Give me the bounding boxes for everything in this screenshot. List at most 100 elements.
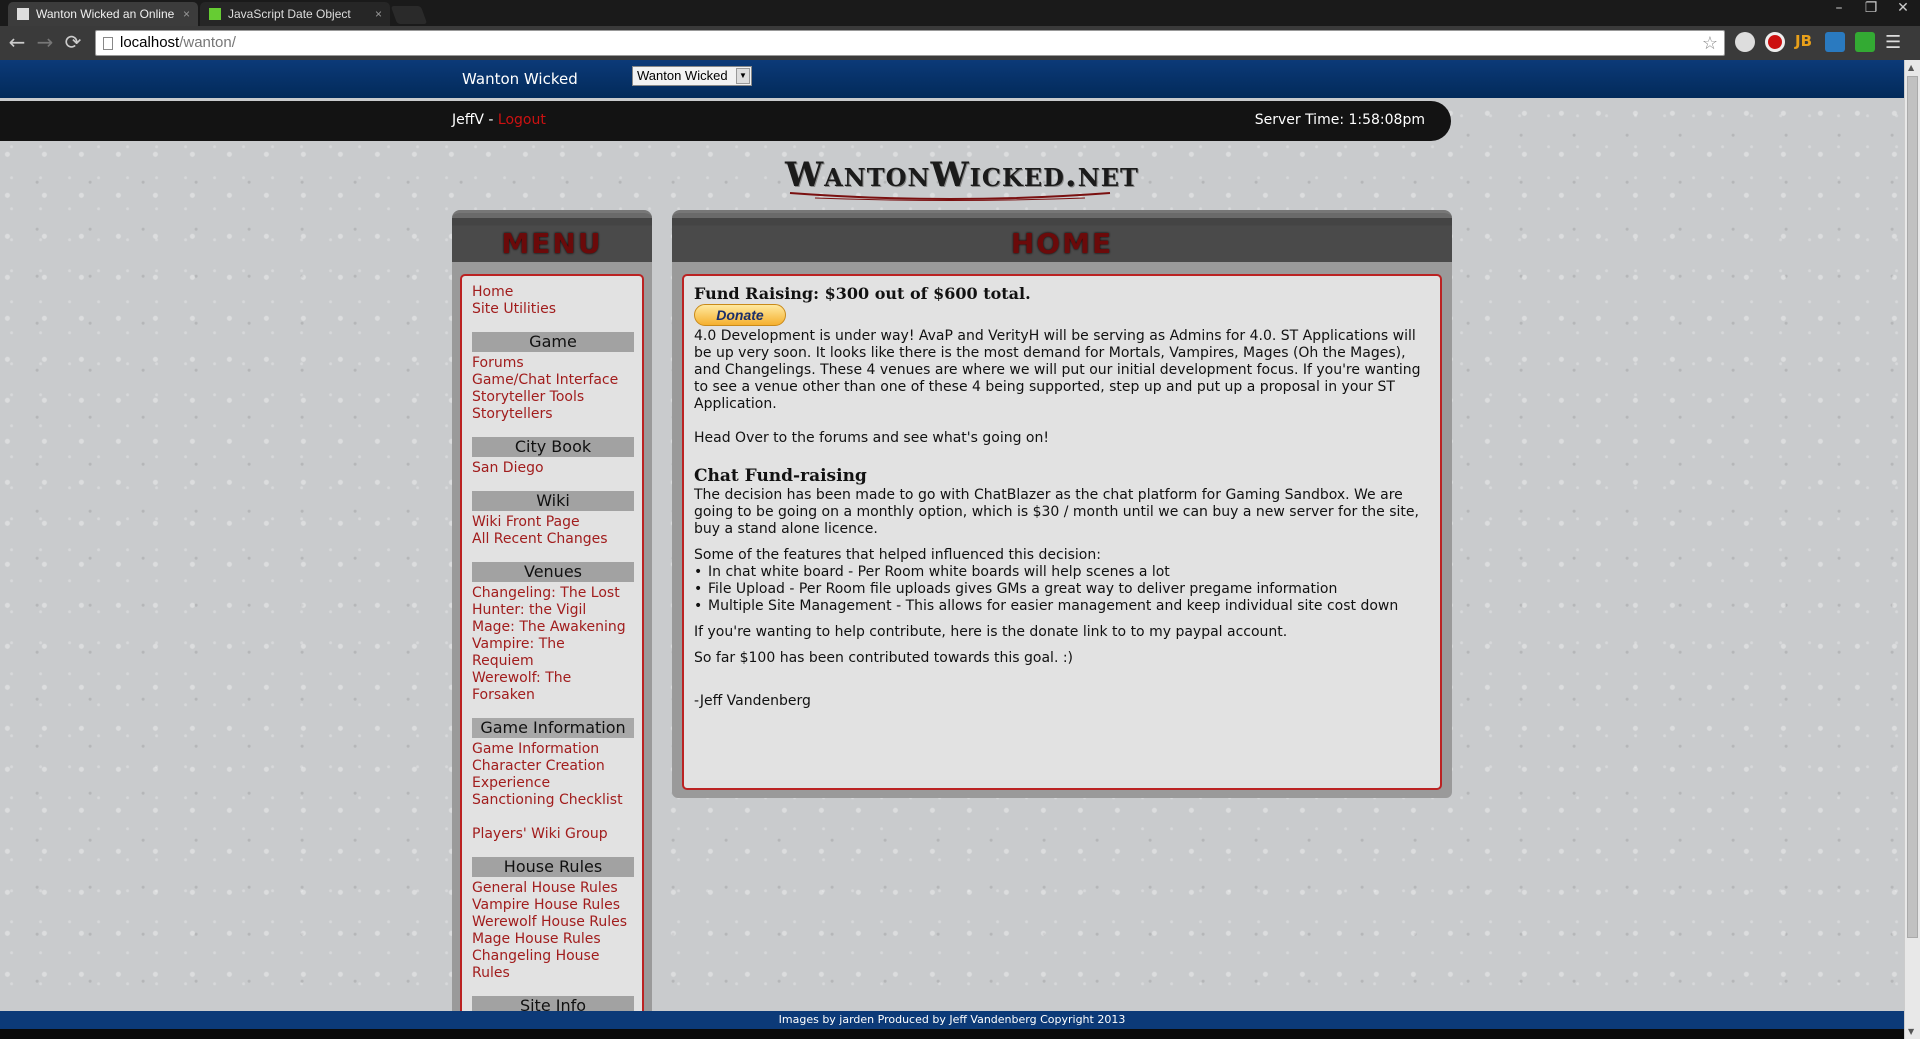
features-intro: Some of the features that helped influen… (694, 547, 1101, 563)
menu-link-players-wiki-group[interactable]: Players' Wiki Group (472, 826, 634, 843)
menu-link-all-recent-changes[interactable]: All Recent Changes (472, 531, 634, 548)
star-icon[interactable]: ☆ (1702, 31, 1718, 55)
site-logo[interactable]: WantonWicked.net (785, 155, 1138, 205)
menu-link-vampire-house-rules[interactable]: Vampire House Rules (472, 897, 634, 914)
intro-paragraph: 4.0 Development is under way! AvaP and V… (694, 328, 1421, 412)
restore-icon[interactable]: ❐ (1862, 0, 1880, 16)
menu-link-changeling[interactable]: Changeling: The Lost (472, 585, 634, 602)
separator: - (483, 112, 498, 128)
so-far-paragraph: So far $100 has been contributed towards… (694, 650, 1074, 666)
menu-link-experience[interactable]: Experience (472, 775, 634, 792)
tab-title: Wanton Wicked an Online (36, 7, 175, 21)
page-footer: Images by jarden Produced by Jeff Vanden… (0, 1011, 1904, 1029)
url-path: /wanton/ (179, 34, 236, 51)
extension-icons: JB ☰ (1735, 32, 1905, 53)
forward-icon[interactable]: → (34, 31, 56, 53)
jb-extension-icon[interactable]: JB (1795, 32, 1815, 52)
home-heading: HOME (1010, 227, 1114, 260)
menu-link-changeling-house-rules[interactable]: Changeling House Rules (472, 948, 602, 982)
menu-link-forums[interactable]: Forums (472, 355, 634, 372)
tab-close-icon[interactable]: × (375, 2, 382, 26)
menu-link-character-creation[interactable]: Character Creation (472, 758, 634, 775)
logo-swoosh-icon (789, 192, 1111, 201)
menu-link-werewolf[interactable]: Werewolf: The Forsaken (472, 670, 582, 704)
menu-panel: Home Site Utilities Game Forums Game/Cha… (452, 262, 652, 1039)
menu-link-mage[interactable]: Mage: The Awakening (472, 619, 634, 636)
new-tab-button[interactable] (390, 6, 428, 24)
fund-raising-title: Fund Raising: $300 out of $600 total. (694, 284, 1031, 303)
menu-link-werewolf-house-rules[interactable]: Werewolf House Rules (472, 914, 634, 931)
menu-section-game: Game (472, 332, 634, 352)
browser-tabstrip: Wanton Wicked an Online × JavaScript Dat… (0, 0, 1920, 26)
menu-section-house-rules: House Rules (472, 857, 634, 877)
favicon-icon (209, 8, 221, 20)
url-host: localhost (120, 34, 180, 51)
signature: -Jeff Vandenberg (694, 693, 811, 709)
list-item: In chat white board - Per Room white boa… (694, 564, 1430, 581)
menu-link-home[interactable]: Home (472, 284, 634, 301)
site-header-bar: Wanton Wicked Wanton Wicked ▼ (0, 60, 1904, 98)
scroll-up-icon[interactable]: ▲ (1908, 63, 1914, 72)
menu-section-game-information: Game Information (472, 718, 634, 738)
close-icon[interactable]: ✕ (1894, 0, 1912, 16)
menu-link-general-house-rules[interactable]: General House Rules (472, 880, 634, 897)
user-info: JeffV - Logout (452, 112, 546, 128)
stop-extension-icon[interactable] (1765, 32, 1785, 52)
logout-link[interactable]: Logout (498, 112, 546, 128)
menu-link-mage-house-rules[interactable]: Mage House Rules (472, 931, 634, 948)
page-viewport: Wanton Wicked Wanton Wicked ▼ JeffV - Lo… (0, 60, 1904, 1039)
green-extension-icon[interactable] (1855, 32, 1875, 52)
home-panel: Fund Raising: $300 out of $600 total. Do… (672, 262, 1452, 798)
menu-link-sanctioning-checklist[interactable]: Sanctioning Checklist (472, 792, 634, 809)
minimize-icon[interactable]: – (1830, 0, 1848, 16)
chevron-down-icon: ▼ (736, 68, 750, 84)
list-item: File Upload - Per Room file uploads give… (694, 581, 1430, 598)
tab-title: JavaScript Date Object (228, 7, 351, 21)
menu-link-site-utilities[interactable]: Site Utilities (472, 301, 634, 318)
features-list: In chat white board - Per Room white boa… (694, 564, 1430, 615)
username: JeffV (452, 112, 484, 128)
donate-button[interactable]: Donate (694, 304, 786, 326)
tab-wanton-wicked[interactable]: Wanton Wicked an Online × (8, 2, 198, 26)
menu-panel-header: MENU (452, 210, 652, 262)
chrome-menu-icon[interactable]: ☰ (1885, 32, 1905, 53)
site-selector[interactable]: Wanton Wicked ▼ (632, 66, 752, 86)
menu-link-hunter[interactable]: Hunter: the Vigil (472, 602, 634, 619)
extension-icon[interactable] (1735, 32, 1755, 52)
tab-javascript-date[interactable]: JavaScript Date Object × (200, 2, 390, 26)
browser-toolbar: ← → ⟳ localhost/wanton/ ☆ JB ☰ (0, 26, 1920, 60)
list-item: Multiple Site Management - This allows f… (694, 598, 1430, 615)
vertical-scrollbar[interactable]: ▲ ▼ (1904, 60, 1920, 1039)
menu-link-vampire[interactable]: Vampire: The Requiem (472, 636, 582, 670)
scroll-down-icon[interactable]: ▼ (1908, 1027, 1914, 1036)
chat-fund-raising-title: Chat Fund-raising (694, 466, 867, 486)
menu-heading: MENU (501, 227, 603, 260)
menu-list: Home Site Utilities Game Forums Game/Cha… (460, 274, 644, 1039)
page-icon (103, 37, 113, 50)
site-selector-value: Wanton Wicked (637, 68, 728, 83)
menu-link-wiki-front-page[interactable]: Wiki Front Page (472, 514, 634, 531)
tab-close-icon[interactable]: × (183, 2, 190, 26)
scrollbar-thumb[interactable] (1907, 76, 1918, 938)
home-panel-header: HOME (672, 210, 1452, 262)
menu-link-san-diego[interactable]: San Diego (472, 460, 634, 477)
menu-link-game-information[interactable]: Game Information (472, 741, 634, 758)
chat-paragraph: The decision has been made to go with Ch… (694, 487, 1419, 537)
menu-link-game-chat-interface[interactable]: Game/Chat Interface (472, 372, 634, 389)
mail-extension-icon[interactable] (1825, 32, 1845, 52)
back-icon[interactable]: ← (6, 31, 28, 53)
reload-icon[interactable]: ⟳ (62, 31, 84, 53)
address-bar[interactable]: localhost/wanton/ ☆ (95, 30, 1725, 56)
forums-paragraph: Head Over to the forums and see what's g… (694, 430, 1049, 446)
server-time: Server Time: 1:58:08pm (1254, 112, 1425, 128)
menu-section-wiki: Wiki (472, 491, 634, 511)
user-bar: JeffV - Logout Server Time: 1:58:08pm (0, 101, 1451, 141)
contribute-paragraph: If you're wanting to help contribute, he… (694, 624, 1288, 640)
home-content: Fund Raising: $300 out of $600 total. Do… (682, 274, 1442, 790)
window-controls: – ❐ ✕ (1830, 0, 1912, 16)
menu-link-storyteller-tools[interactable]: Storyteller Tools (472, 389, 634, 406)
menu-link-storytellers[interactable]: Storytellers (472, 406, 634, 423)
menu-section-city-book: City Book (472, 437, 634, 457)
site-title: Wanton Wicked (462, 70, 578, 88)
page-icon (17, 8, 29, 20)
